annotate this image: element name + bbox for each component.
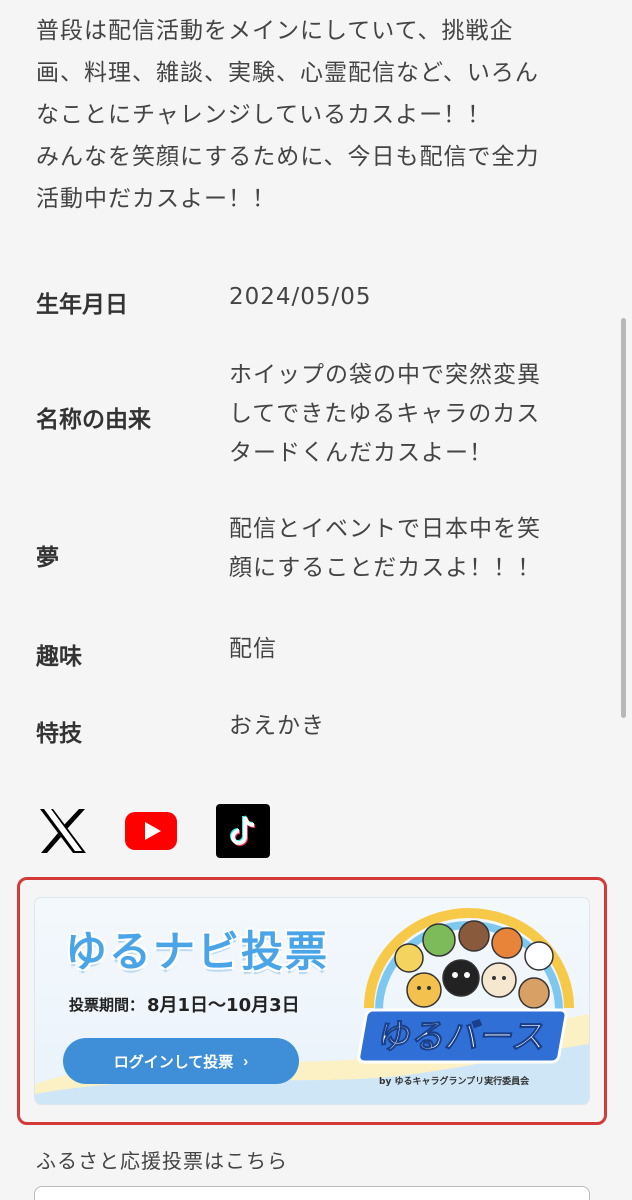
profile-row-dream: 夢 配信とイベントで日本中を笑 顔にすることだカスよ！！！ [36,510,596,590]
name-origin-label: 名称の由来 [36,407,151,433]
vote-banner-title: ゆるナビ投票 [65,927,330,976]
social-links [36,804,336,858]
hobby-value: 配信 [229,636,277,662]
furusato-vote-box[interactable] [34,1186,590,1200]
name-origin-line: してできたゆるキャラのカス [229,401,541,427]
vote-period-value: 8月1日～10月3日 [147,995,300,1016]
vote-period-label: 投票期間： [69,996,145,1014]
dream-value: 配信とイベントで日本中を笑 顔にすることだカスよ！！！ [229,510,579,588]
name-origin-line: タードくんだカスよー！ [229,440,493,466]
profile-row-skill: 特技 おえかき [36,711,596,751]
intro-line: 活動中だカスよー！！ [36,186,276,212]
intro-line: なことにチャレンジしているカスよー！！ [36,102,492,128]
intro-text: 普段は配信活動をメインにしていて、挑戦企 画、料理、雑談、実験、心霊配信など、い… [36,10,596,220]
birthday-label: 生年月日 [36,292,128,318]
profile-page: 普段は配信活動をメインにしていて、挑戦企 画、料理、雑談、実験、心霊配信など、い… [0,0,632,1200]
name-origin-line: ホイップの袋の中で突然変異 [229,362,541,388]
youtube-icon[interactable] [124,804,178,858]
login-vote-label: ログインして投票 [113,1053,234,1071]
intro-line: 普段は配信活動をメインにしていて、挑戦企 [36,18,514,44]
skill-label: 特技 [36,721,82,747]
dream-label: 夢 [36,545,59,571]
dream-line: 顔にすることだカスよ！！！ [229,555,542,581]
furusato-vote-link-label: ふるさと応援投票はこちら [36,1149,288,1173]
profile-row-birthday: 生年月日 2024/05/05 [36,282,596,322]
svg-text:ゆるバース: ゆるバース [375,1017,550,1057]
chevron-right-icon: › [243,1052,249,1070]
x-icon[interactable] [36,804,90,858]
skill-value: おえかき [229,713,325,739]
intro-line: 画、料理、雑談、実験、心霊配信など、いろん [36,60,539,86]
dream-line: 配信とイベントで日本中を笑 [229,516,541,542]
hobby-label: 趣味 [36,644,82,670]
tiktok-icon[interactable] [216,804,270,858]
birthday-value: 2024/05/05 [229,284,372,310]
profile-row-hobby: 趣味 配信 [36,634,596,674]
login-vote-button[interactable]: ログインして投票 › [63,1038,299,1084]
intro-line: みんなを笑顔にするために、今日も配信で全力 [36,144,540,170]
profile-row-name-origin: 名称の由来 ホイップの袋の中で突然変異 してできたゆるキャラのカス タードくんだ… [36,356,596,476]
vote-banner[interactable]: ゆるナビ投票 投票期間： 8月1日～10月3日 ログインして投票 › ゆるバース… [35,898,589,1104]
vote-banner-frame: ゆるナビ投票 投票期間： 8月1日～10月3日 ログインして投票 › ゆるバース… [17,877,607,1125]
name-origin-value: ホイップの袋の中で突然変異 してできたゆるキャラのカス タードくんだカスよー！ [229,356,579,473]
scrollbar-thumb[interactable] [621,318,626,718]
organizer-credit: by ゆるキャラグランプリ実行委員会 [379,1077,530,1087]
